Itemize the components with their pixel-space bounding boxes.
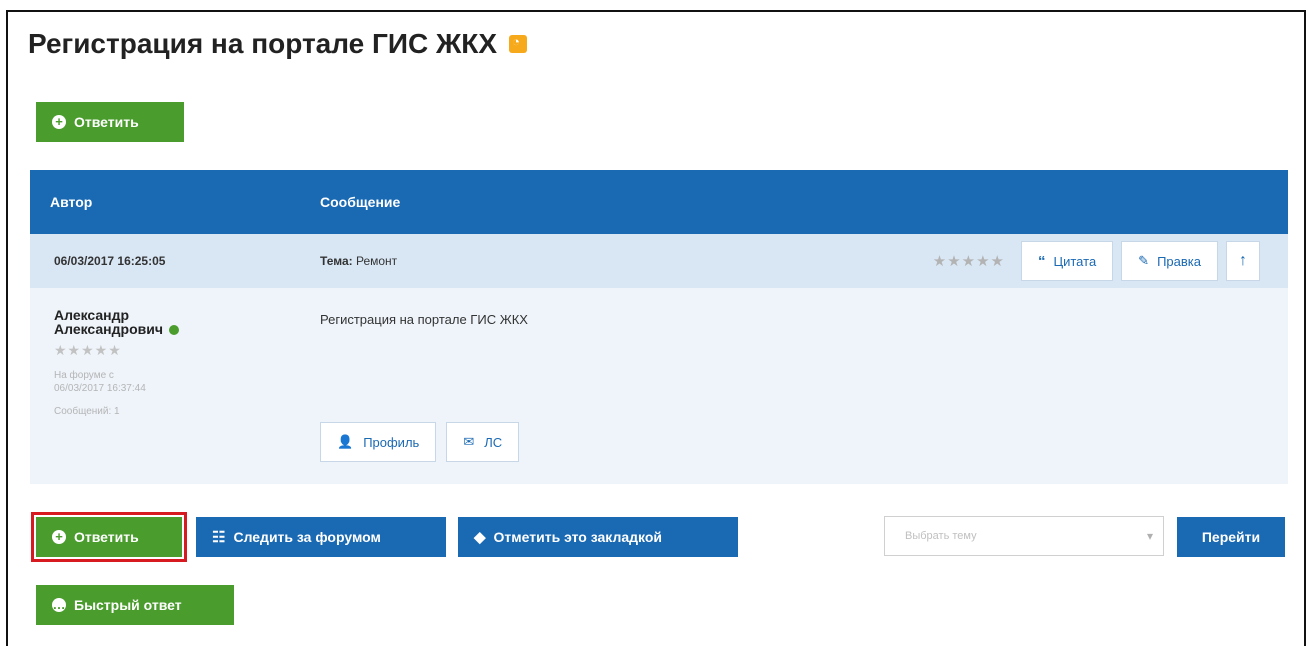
quote-icon: “ xyxy=(1038,252,1046,270)
bookmark-button[interactable]: ◆ Отметить это закладкой xyxy=(458,517,738,557)
tag-icon: ◆ xyxy=(474,529,486,546)
quick-reply-button[interactable]: … Быстрый ответ xyxy=(36,585,234,625)
private-message-button[interactable]: ✉ ЛС xyxy=(446,422,520,462)
go-button[interactable]: Перейти xyxy=(1177,517,1285,557)
topic-select[interactable]: Выбрать тему ▾ xyxy=(884,516,1164,556)
table-header: Автор Сообщение xyxy=(30,170,1288,234)
post-author-actions: 👤 Профиль ✉ ЛС xyxy=(320,422,520,462)
pm-label: ЛС xyxy=(484,434,503,450)
author-name[interactable]: Александр Александрович xyxy=(54,308,320,336)
online-status-icon xyxy=(168,325,179,336)
scroll-up-button[interactable]: ↑ xyxy=(1226,241,1260,281)
profile-label: Профиль xyxy=(363,434,420,450)
post-meta-row: 06/03/2017 16:25:05 Тема: Ремонт ★★★★★ “… xyxy=(30,234,1288,288)
topic-label: Тема: xyxy=(320,254,353,268)
page-title: Регистрация на портале ГИС ЖКХ xyxy=(28,28,498,59)
follow-forum-button[interactable]: ☷ Следить за форумом xyxy=(196,517,446,557)
column-message: Сообщение xyxy=(320,194,401,210)
reply-button-label: Ответить xyxy=(74,529,139,545)
column-author: Автор xyxy=(50,194,93,210)
quote-label: Цитата xyxy=(1053,253,1097,269)
topic-value: Ремонт xyxy=(355,254,398,268)
author-second-name: Александрович xyxy=(54,321,163,337)
bookmark-label: Отметить это закладкой xyxy=(493,529,663,545)
reply-button-top[interactable]: + Ответить xyxy=(36,102,184,142)
follow-label: Следить за форумом xyxy=(233,529,381,545)
post-body-row: Александр Александрович ★★★★★ На форуме … xyxy=(30,288,1288,484)
author-first-name: Александр xyxy=(54,307,130,323)
post-topic: Тема: Ремонт xyxy=(320,254,933,268)
pencil-icon: ✎ xyxy=(1138,253,1150,268)
posts-table: Автор Сообщение 06/03/2017 16:25:05 Тема… xyxy=(30,170,1288,484)
quote-button[interactable]: “ Цитата xyxy=(1021,241,1114,281)
author-panel: Александр Александрович ★★★★★ На форуме … xyxy=(30,288,320,484)
author-message-count: Сообщений: 1 xyxy=(54,406,120,417)
envelope-icon: ✉ xyxy=(463,434,475,449)
binoculars-icon: ☷ xyxy=(212,529,226,546)
plus-circle-icon: + xyxy=(52,115,66,129)
author-since: На форуме с 06/03/2017 16:37:44 xyxy=(54,369,320,395)
author-second-name-line: Александрович xyxy=(54,322,320,336)
on-forum-date: 06/03/2017 16:37:44 xyxy=(54,383,146,394)
plus-circle-icon: + xyxy=(52,530,66,544)
post-text: Регистрация на портале ГИС ЖКХ xyxy=(320,312,528,327)
author-rating-stars: ★★★★★ xyxy=(54,342,122,358)
post-content: Регистрация на портале ГИС ЖКХ 👤 Профиль… xyxy=(320,288,1288,484)
post-rating-stars[interactable]: ★★★★★ xyxy=(933,252,1005,270)
arrow-up-icon: ↑ xyxy=(1239,252,1247,269)
edit-button[interactable]: ✎ Правка xyxy=(1121,241,1218,281)
edit-label: Правка xyxy=(1157,253,1201,269)
speech-bubble-icon: … xyxy=(52,597,66,612)
quick-reply-label: Быстрый ответ xyxy=(74,597,182,613)
reply-button-bottom[interactable]: + Ответить xyxy=(31,512,187,562)
user-icon: 👤 xyxy=(337,434,354,449)
rss-icon[interactable] xyxy=(509,34,528,53)
post-date: 06/03/2017 16:25:05 xyxy=(54,254,166,268)
topic-select-placeholder: Выбрать тему xyxy=(905,530,977,542)
reply-button-label: Ответить xyxy=(74,114,139,130)
on-forum-label: На форуме с xyxy=(54,370,114,381)
go-label: Перейти xyxy=(1201,529,1261,545)
page-header: Регистрация на портале ГИС ЖКХ xyxy=(28,28,528,60)
chevron-down-icon: ▾ xyxy=(1146,529,1153,543)
profile-button[interactable]: 👤 Профиль xyxy=(320,422,437,462)
